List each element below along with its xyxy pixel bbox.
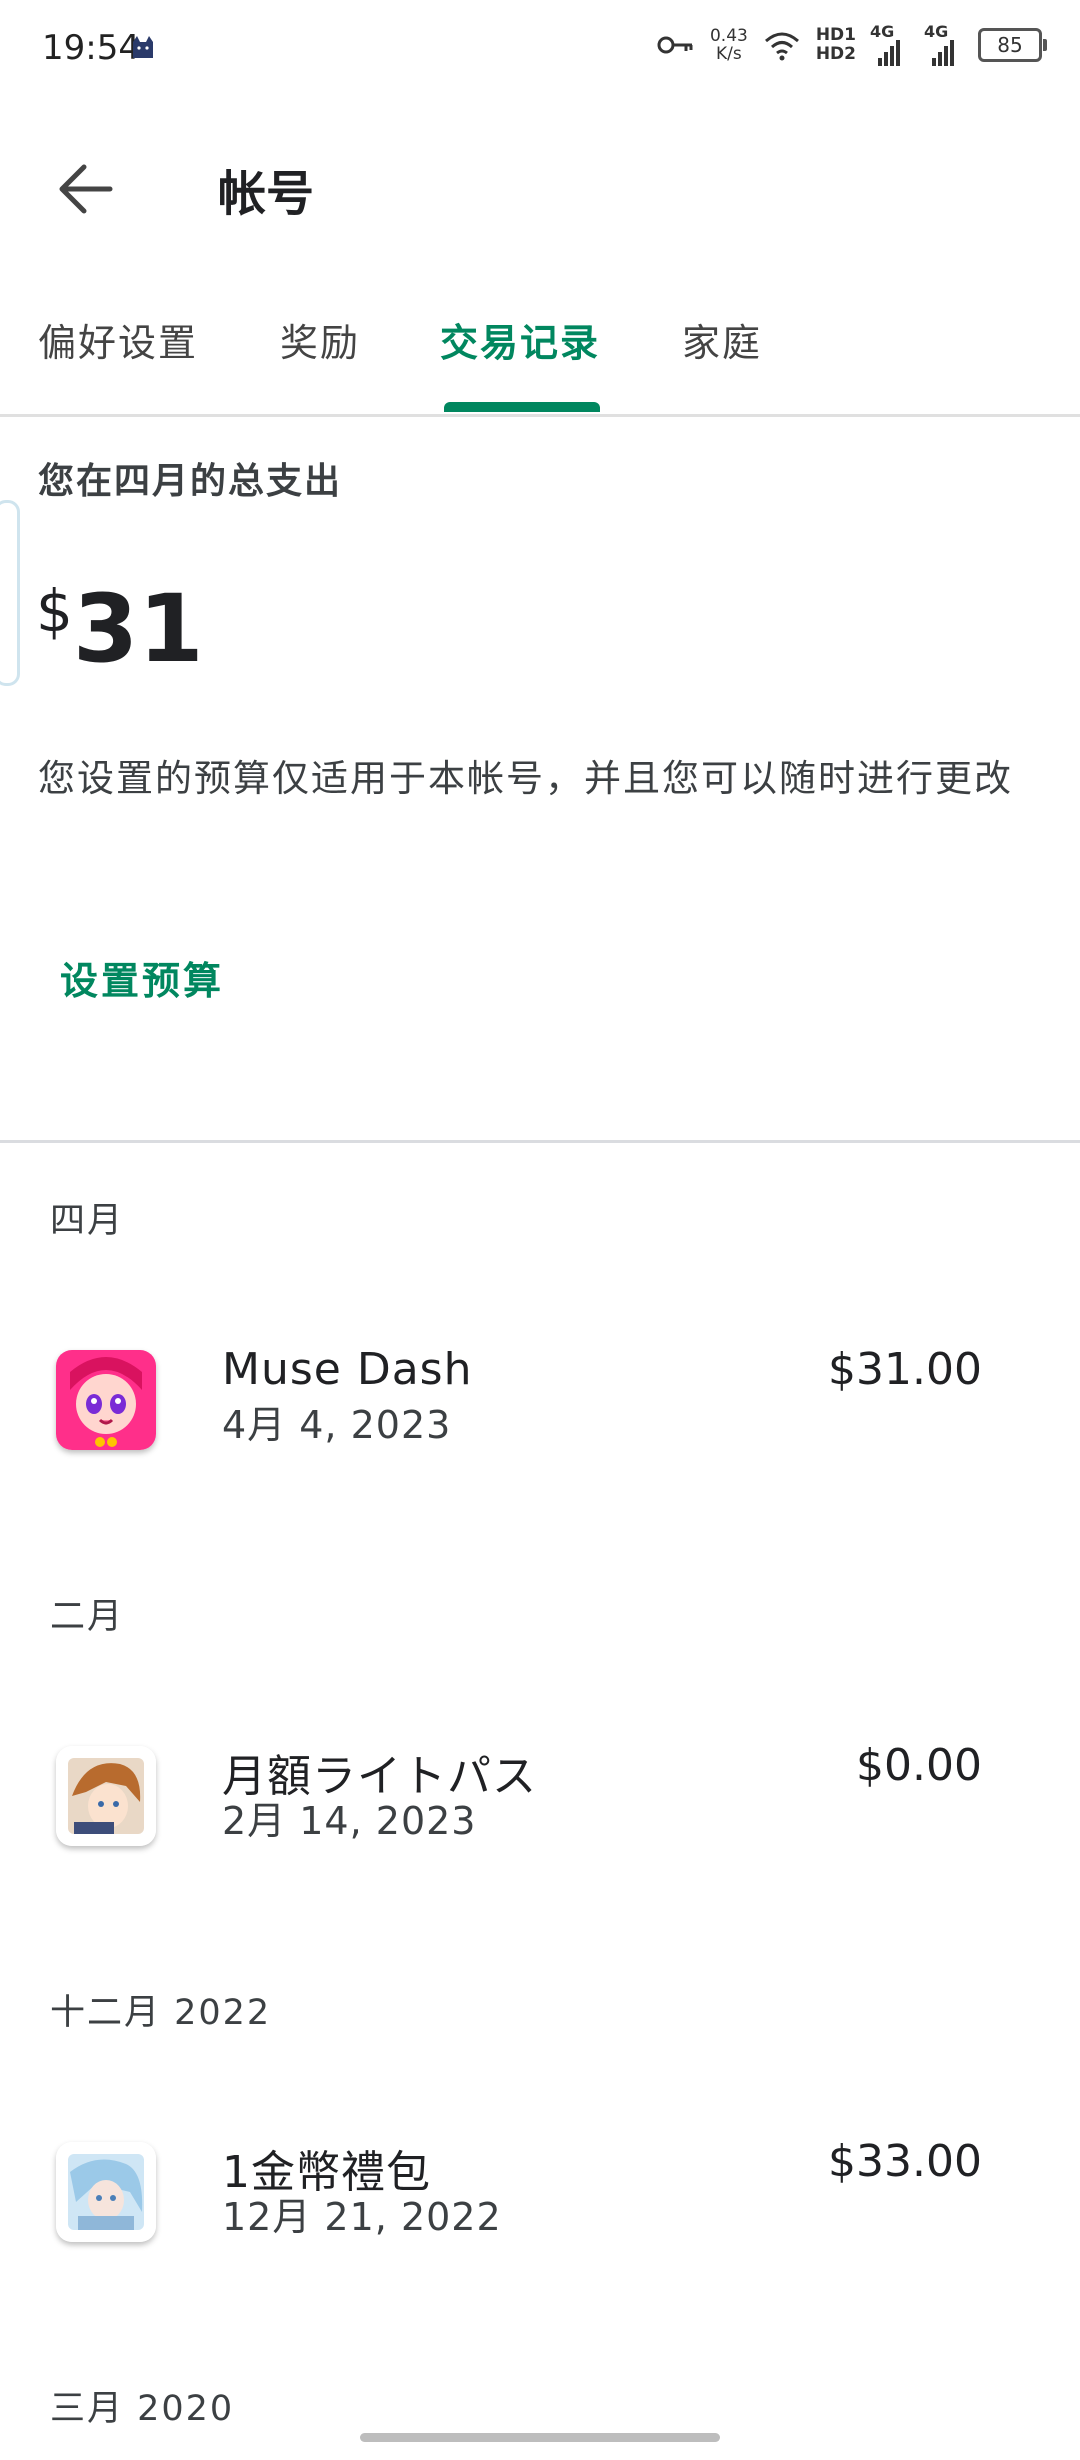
light-pass-app-icon (56, 1746, 156, 1846)
home-indicator[interactable] (360, 2433, 720, 2442)
net-speed-value: 0.43 (709, 26, 748, 46)
page-title: 帐号 (218, 166, 315, 222)
vpn-key-icon (657, 36, 693, 54)
monthly-spend-label: 您在四月的总支出 (38, 461, 343, 502)
transaction-amount: $33.00 (828, 2136, 982, 2187)
hd2-label: HD2 (815, 44, 856, 64)
active-tab-indicator (444, 402, 600, 412)
budget-note: 您设置的预算仅适用于本帐号，并且您可以随时进行更改 (38, 757, 1013, 800)
spend-amount-value: 31 (72, 575, 204, 684)
hd-indicator: HD1 HD2 (816, 26, 856, 64)
monthly-spend-amount: $31 (36, 575, 204, 684)
tab-bar: 偏好设置 奖励 交易记录 家庭 (0, 300, 1080, 417)
network-1-label: 4G (870, 22, 895, 41)
tab-preferences[interactable]: 偏好设置 (38, 312, 198, 367)
transaction-date: 4月 4, 2023 (222, 1403, 452, 1447)
transaction-amount: $31.00 (828, 1344, 982, 1395)
network-2-label: 4G (924, 22, 949, 41)
coin-pack-app-icon (56, 2142, 156, 2242)
status-icons: 0.43 K/s HD1 HD2 4G 4G 85 (656, 22, 1047, 66)
month-header: 四月 (50, 1201, 125, 1241)
transaction-date: 2月 14, 2023 (222, 1799, 477, 1843)
battery-level: 85 (997, 33, 1023, 57)
month-header: 三月 2020 (50, 2389, 235, 2429)
network-speed: 0.43 K/s (710, 27, 748, 63)
transaction-date: 12月 21, 2022 (222, 2195, 502, 2239)
signal-2-icon: 4G (924, 22, 964, 66)
set-budget-button[interactable]: 设置预算 (60, 950, 224, 1005)
hd1-label: HD1 (815, 25, 856, 45)
section-divider (0, 1140, 1080, 1143)
transaction-row[interactable]: 1金幣禮包 12月 21, 2022 $33.00 (0, 2136, 1080, 2272)
transaction-amount: $0.00 (856, 1740, 982, 1791)
app-header: 帐号 (0, 110, 1080, 260)
muse-dash-app-icon (56, 1350, 156, 1450)
tab-rewards[interactable]: 奖励 (280, 312, 360, 367)
battery-icon: 85 (978, 28, 1047, 62)
edge-panel-handle[interactable] (0, 500, 20, 686)
wifi-icon (764, 32, 799, 61)
signal-1-icon: 4G (870, 22, 910, 66)
transaction-row[interactable]: 月額ライトパス 2月 14, 2023 $0.00 (0, 1740, 1080, 1876)
tab-transactions[interactable]: 交易记录 (440, 312, 600, 367)
month-header: 二月 (50, 1597, 125, 1637)
month-header: 十二月 2022 (50, 1993, 272, 2033)
transaction-row[interactable]: Muse Dash 4月 4, 2023 $31.00 (0, 1344, 1080, 1480)
status-time: 19:54 (42, 28, 140, 68)
net-speed-unit: K/s (716, 44, 742, 64)
tab-family[interactable]: 家庭 (682, 312, 762, 367)
arrow-left-icon[interactable] (52, 154, 122, 224)
transaction-name: Muse Dash (222, 1344, 473, 1395)
currency-symbol: $ (36, 577, 73, 645)
cat-notification-icon (133, 36, 153, 58)
status-bar: 19:54 0.43 K/s HD1 HD2 4G 4G 85 (0, 0, 1080, 100)
